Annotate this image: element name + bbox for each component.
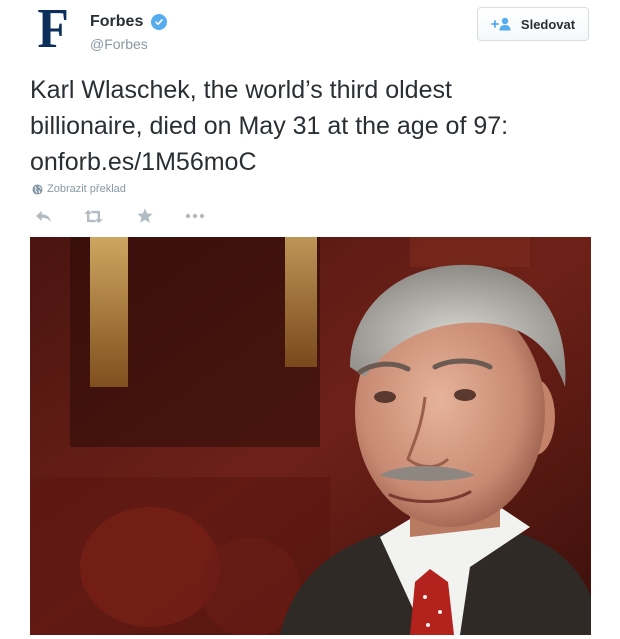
follow-button-label: Sledovat [520,16,576,32]
portrait-photo [30,237,591,635]
reply-button[interactable] [32,206,54,226]
avatar[interactable]: F [30,0,76,60]
more-icon [185,213,205,219]
star-icon [137,208,153,223]
screen-name[interactable]: @Forbes [90,36,148,52]
favorite-button[interactable] [134,206,156,226]
retweet-button[interactable] [82,206,104,226]
more-button[interactable] [184,206,206,226]
reply-icon [35,210,51,222]
translate-link[interactable]: Zobrazit překlad [32,183,126,195]
tweet: F Forbes @Forbes Sledovat Karl Wlaschek,… [0,0,620,639]
add-user-icon [491,17,513,31]
tweet-text-line: billionaire, died on May 31 at the age o… [30,112,509,140]
retweet-icon [83,209,103,223]
tweet-text: Karl Wlaschek, the world’s third oldest … [30,72,600,180]
tweet-link[interactable]: onforb.es/1M56moC [30,144,600,180]
tweet-photo[interactable] [30,237,591,635]
translate-label: Zobrazit překlad [47,183,126,195]
globe-icon [32,183,43,195]
verified-icon [151,14,167,30]
display-name[interactable]: Forbes [90,13,143,31]
forbes-logo: F [37,0,69,60]
tweet-text-line: Karl Wlaschek, the world’s third oldest [30,76,452,104]
follow-button[interactable]: Sledovat [477,7,589,41]
